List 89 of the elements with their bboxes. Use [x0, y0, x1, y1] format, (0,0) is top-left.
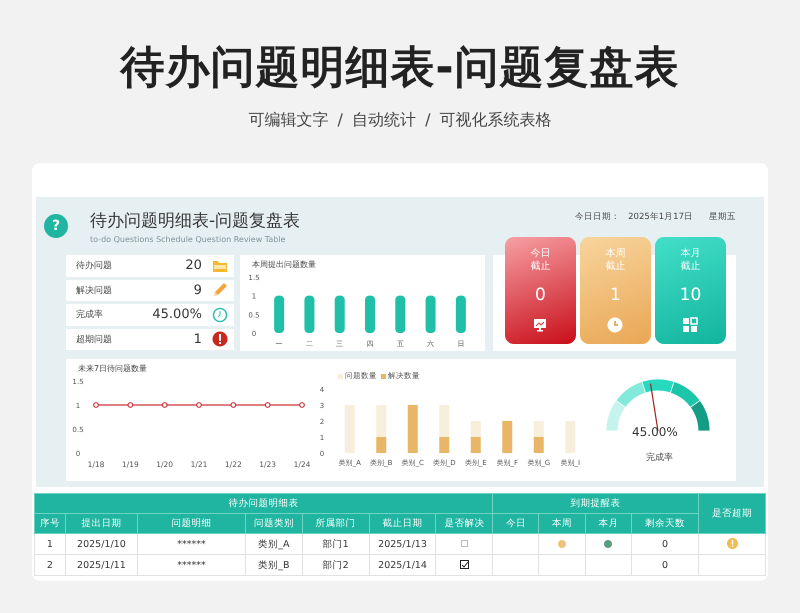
- column-header: 问题明细: [137, 514, 246, 534]
- column-header: 提出日期: [65, 514, 138, 534]
- date-value: 2025年1月17日: [628, 211, 693, 223]
- help-badge: ?: [44, 214, 68, 238]
- data-point: [196, 402, 202, 408]
- page-subtitle: 可编辑文字 / 自动统计 / 可视化系统表格: [248, 110, 552, 131]
- group-header: 到期提醒表: [492, 494, 698, 514]
- card-label: 本月: [680, 247, 700, 260]
- bar: [534, 437, 544, 453]
- bar: [426, 296, 436, 333]
- bar: [344, 405, 355, 453]
- kpi-value: 9: [192, 282, 202, 298]
- table-cell: 2025/1/11: [65, 554, 138, 576]
- bar: [334, 296, 345, 333]
- column-header: 是否超期: [698, 494, 766, 534]
- gauge-value: 45.00%: [632, 425, 678, 439]
- kpi-label: 解决问题: [76, 284, 113, 297]
- column-header: 问题类别: [246, 514, 302, 534]
- checkbox[interactable]: [460, 540, 468, 548]
- dashboard-title: 待办问题明细表-问题复盘表: [90, 210, 302, 232]
- table-cell: 部门2: [302, 554, 370, 576]
- table-cell: 类别_B: [246, 554, 302, 576]
- card-value: 0: [535, 285, 546, 305]
- table-cell: ******: [137, 554, 246, 576]
- column-header: 今日: [492, 514, 539, 534]
- bar: [565, 421, 576, 453]
- data-point: [264, 402, 271, 408]
- card-label: 今日: [530, 247, 550, 260]
- bar: [534, 421, 544, 437]
- data-point: [93, 402, 99, 408]
- column-header: 所属部门: [302, 514, 370, 534]
- table-cell: 1: [34, 534, 66, 554]
- column-header: 剩余天数: [632, 514, 698, 534]
- table-cell: 0: [632, 534, 698, 554]
- pencil-icon: [212, 282, 228, 298]
- card-label: 截止: [680, 260, 700, 273]
- card-label: 本周: [605, 247, 626, 260]
- weekday: 星期五: [709, 211, 736, 223]
- kpi-label: 待办问题: [76, 260, 113, 272]
- table-cell: ******: [137, 534, 246, 554]
- bar: [470, 437, 481, 453]
- kpi-value: 1: [192, 332, 202, 347]
- table-cell: 0: [632, 554, 698, 576]
- bar: [304, 296, 314, 333]
- legend-swatch: [381, 374, 386, 378]
- bar: [274, 296, 284, 333]
- page-title: 待办问题明细表-问题复盘表: [120, 41, 680, 95]
- date-label: 今日日期：: [575, 211, 620, 223]
- grid-icon: [682, 317, 698, 333]
- checkbox[interactable]: [460, 560, 469, 570]
- gauge-label: 完成率: [646, 452, 673, 464]
- card-value: 10: [680, 285, 702, 305]
- card-label: 截止: [605, 260, 626, 273]
- kpi-label: 超期问题: [76, 334, 113, 346]
- bar: [364, 296, 375, 333]
- bar: [470, 421, 481, 437]
- table-cell: 类别_A: [246, 534, 302, 554]
- kpi-value: 45.00%: [151, 307, 202, 322]
- dashboard-subtitle: to-do Questions Schedule Question Review Table: [90, 234, 286, 244]
- column-header: 截止日期: [369, 514, 436, 534]
- kpi-value: 20: [184, 258, 202, 274]
- bar: [395, 296, 406, 333]
- table-cell: 2025/1/13: [369, 534, 436, 554]
- table-cell: 2025/1/10: [65, 534, 138, 554]
- column-header: 本月: [585, 514, 632, 534]
- card-label: 截止: [530, 260, 550, 273]
- monitor-chart-icon: [532, 317, 548, 333]
- column-header: 本周: [538, 514, 586, 534]
- data-point: [127, 402, 134, 408]
- clock-icon: [212, 306, 228, 323]
- kpi-label: 完成率: [76, 308, 104, 322]
- bar: [502, 421, 512, 453]
- clock-icon: [607, 317, 624, 333]
- chart-title: 本周提出问题数量: [252, 259, 316, 270]
- column-header: 序号: [34, 514, 66, 534]
- table-cell: 部门1: [302, 534, 370, 554]
- data-point: [230, 402, 236, 408]
- bar: [408, 405, 418, 453]
- bar: [456, 296, 466, 333]
- data-point: [299, 402, 305, 408]
- alert-icon: [212, 331, 228, 348]
- legend-swatch: [338, 374, 343, 378]
- group-header: 待办问题明细表: [34, 494, 493, 514]
- card-value: 1: [610, 285, 621, 305]
- column-header: 是否解决: [436, 514, 493, 534]
- table-cell: 2: [34, 554, 66, 576]
- table-cell: 2025/1/14: [369, 554, 436, 576]
- chart-title: 未来7日待问题数量: [78, 363, 148, 374]
- data-point: [162, 402, 168, 408]
